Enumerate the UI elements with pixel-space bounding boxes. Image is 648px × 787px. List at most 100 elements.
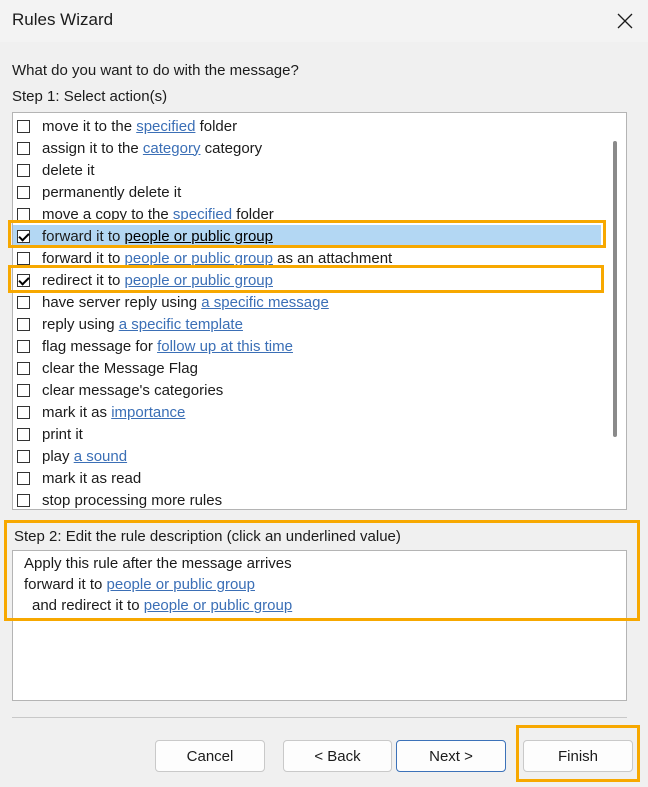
close-icon xyxy=(617,13,633,29)
action-checkbox[interactable] xyxy=(17,229,30,243)
action-text: play xyxy=(42,447,74,465)
action-label: reply using a specific template xyxy=(42,316,243,333)
action-item[interactable]: move it to the specified folder xyxy=(13,115,603,137)
action-text: clear the Message Flag xyxy=(42,359,198,377)
action-link[interactable]: follow up at this time xyxy=(157,338,293,355)
action-item[interactable]: print it xyxy=(13,423,603,445)
question-text: What do you want to do with the message? xyxy=(12,62,299,79)
close-button[interactable] xyxy=(602,0,648,42)
action-checkbox[interactable] xyxy=(17,317,30,331)
action-text-suffix: category xyxy=(200,139,263,157)
title-bar: Rules Wizard xyxy=(0,0,648,42)
action-item[interactable]: stop processing more rules xyxy=(13,489,603,509)
desc-line-apply: Apply this rule after the message arrive… xyxy=(24,555,292,572)
next-button[interactable]: Next > xyxy=(396,740,506,772)
action-text: mark it as read xyxy=(42,469,142,487)
action-checkbox[interactable] xyxy=(17,141,30,155)
action-item[interactable]: play a sound xyxy=(13,445,603,467)
action-checkbox[interactable] xyxy=(17,163,30,177)
action-link[interactable]: importance xyxy=(111,404,185,421)
window-title: Rules Wizard xyxy=(12,10,114,29)
desc-redirect-text: and redirect it to xyxy=(32,597,144,614)
action-label: redirect it to people or public group xyxy=(42,272,273,289)
action-text-suffix: folder xyxy=(232,205,274,223)
action-label: move a copy to the specified folder xyxy=(42,206,274,223)
action-label: assign it to the category category xyxy=(42,140,262,157)
action-checkbox[interactable] xyxy=(17,119,30,133)
action-item[interactable]: forward it to people or public group as … xyxy=(13,247,603,269)
action-link[interactable]: specified xyxy=(136,118,195,135)
action-text: flag message for xyxy=(42,337,158,355)
action-checkbox[interactable] xyxy=(17,295,30,309)
action-checkbox[interactable] xyxy=(17,207,30,221)
action-text: redirect it to xyxy=(42,271,125,289)
action-item[interactable]: assign it to the category category xyxy=(13,137,603,159)
action-checkbox[interactable] xyxy=(17,427,30,441)
action-item[interactable]: have server reply using a specific messa… xyxy=(13,291,603,313)
action-text: move a copy to the xyxy=(42,205,173,223)
action-checkbox[interactable] xyxy=(17,449,30,463)
action-item[interactable]: redirect it to people or public group xyxy=(13,269,603,291)
action-item[interactable]: reply using a specific template xyxy=(13,313,603,335)
desc-line-forward: forward it to people or public group xyxy=(24,576,255,593)
action-item[interactable]: permanently delete it xyxy=(13,181,603,203)
action-checkbox[interactable] xyxy=(17,383,30,397)
rule-description-box: Apply this rule after the message arrive… xyxy=(12,550,627,701)
action-item[interactable]: delete it xyxy=(13,159,603,181)
action-text: stop processing more rules xyxy=(42,491,223,509)
action-label: permanently delete it xyxy=(42,184,181,201)
action-label: mark it as importance xyxy=(42,404,185,421)
desc-redirect-link[interactable]: people or public group xyxy=(144,597,292,614)
cancel-button[interactable]: Cancel xyxy=(155,740,265,772)
action-checkbox[interactable] xyxy=(17,361,30,375)
action-label: stop processing more rules xyxy=(42,492,222,509)
step2-label: Step 2: Edit the rule description (click… xyxy=(14,528,401,545)
dialog-content: What do you want to do with the message?… xyxy=(0,42,648,787)
desc-forward-text: forward it to xyxy=(24,576,107,593)
action-label: mark it as read xyxy=(42,470,141,487)
action-checkbox[interactable] xyxy=(17,185,30,199)
action-label: forward it to people or public group as … xyxy=(42,250,392,267)
action-checkbox[interactable] xyxy=(17,471,30,485)
action-item[interactable]: flag message for follow up at this time xyxy=(13,335,603,357)
action-checkbox[interactable] xyxy=(17,405,30,419)
action-item[interactable]: mark it as read xyxy=(13,467,603,489)
action-label: delete it xyxy=(42,162,95,179)
action-link[interactable]: specified xyxy=(173,206,232,223)
action-checkbox[interactable] xyxy=(17,273,30,287)
action-checkbox[interactable] xyxy=(17,493,30,507)
action-link[interactable]: a specific message xyxy=(201,294,329,311)
action-item[interactable]: move a copy to the specified folder xyxy=(13,203,603,225)
finish-button[interactable]: Finish xyxy=(523,740,633,772)
action-checkbox[interactable] xyxy=(17,339,30,353)
separator xyxy=(12,717,627,718)
action-link[interactable]: people or public group xyxy=(125,250,273,267)
action-link[interactable]: category xyxy=(143,140,201,157)
desc-forward-link[interactable]: people or public group xyxy=(107,576,255,593)
action-label: clear message's categories xyxy=(42,382,223,399)
action-label: print it xyxy=(42,426,83,443)
action-text: permanently delete it xyxy=(42,183,182,201)
action-text-suffix: as an attachment xyxy=(272,249,393,267)
action-label: play a sound xyxy=(42,448,127,465)
action-link[interactable]: people or public group xyxy=(125,272,273,289)
action-checkbox[interactable] xyxy=(17,251,30,265)
action-list[interactable]: move it to the specified folder assign it… xyxy=(12,112,627,510)
scrollbar-thumb[interactable] xyxy=(613,141,617,437)
action-text: have server reply using xyxy=(42,293,202,311)
action-link[interactable]: people or public group xyxy=(125,228,273,245)
action-item[interactable]: mark it as importance xyxy=(13,401,603,423)
action-item[interactable]: clear the Message Flag xyxy=(13,357,603,379)
step1-label: Step 1: Select action(s) xyxy=(12,88,168,105)
scrollbar[interactable] xyxy=(601,113,626,509)
action-text: clear message's categories xyxy=(42,381,224,399)
back-button[interactable]: < Back xyxy=(283,740,392,772)
action-label: flag message for follow up at this time xyxy=(42,338,293,355)
action-item[interactable]: clear message's categories xyxy=(13,379,603,401)
action-link[interactable]: a specific template xyxy=(119,316,243,333)
action-text: delete it xyxy=(42,161,95,179)
action-label: clear the Message Flag xyxy=(42,360,198,377)
action-text: assign it to the xyxy=(42,139,143,157)
action-link[interactable]: a sound xyxy=(74,448,127,465)
action-item[interactable]: forward it to people or public group xyxy=(13,225,603,247)
